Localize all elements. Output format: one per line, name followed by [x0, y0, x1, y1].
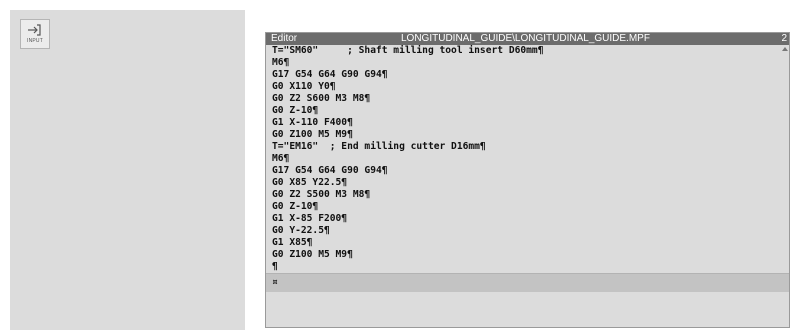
code-line[interactable]: G0 Z-10¶: [266, 201, 789, 213]
side-panel: INPUT: [10, 10, 245, 330]
code-line[interactable]: ¶: [266, 261, 789, 273]
editor-title: Editor: [271, 33, 298, 44]
code-line[interactable]: G17 G54 G64 G90 G94¶: [266, 165, 789, 177]
code-line[interactable]: G1 X-85 F200¶: [266, 213, 789, 225]
code-line[interactable]: G0 Z100 M5 M9¶: [266, 129, 789, 141]
editor-titlebar: Editor LONGITUDINAL_GUIDE\LONGITUDINAL_G…: [266, 33, 789, 45]
code-line[interactable]: G0 X85 Y22.5¶: [266, 177, 789, 189]
code-area[interactable]: T="SM60" ; Shaft milling tool insert D60…: [266, 45, 789, 327]
code-line[interactable]: M6¶: [266, 153, 789, 165]
code-line[interactable]: G0 Z-10¶: [266, 105, 789, 117]
input-button[interactable]: INPUT: [20, 19, 50, 49]
code-line[interactable]: G0 Z2 S500 M3 M8¶: [266, 189, 789, 201]
code-line[interactable]: T="SM60" ; Shaft milling tool insert D60…: [266, 45, 789, 57]
cursor-line[interactable]: ¤: [266, 273, 789, 292]
code-line[interactable]: G0 Z2 S600 M3 M8¶: [266, 93, 789, 105]
code-line[interactable]: G0 Y-22.5¶: [266, 225, 789, 237]
code-line[interactable]: T="EM16" ; End milling cutter D16mm¶: [266, 141, 789, 153]
code-line[interactable]: G0 Z100 M5 M9¶: [266, 249, 789, 261]
scroll-up-arrow[interactable]: [782, 47, 788, 51]
channel-indicator: 2: [781, 33, 787, 44]
program-path: LONGITUDINAL_GUIDE\LONGITUDINAL_GUIDE.MP…: [401, 33, 650, 44]
code-line[interactable]: G0 X110 Y0¶: [266, 81, 789, 93]
code-line[interactable]: M6¶: [266, 57, 789, 69]
input-button-label: INPUT: [27, 38, 43, 44]
input-arrow-icon: [28, 24, 41, 36]
code-line[interactable]: G1 X-110 F400¶: [266, 117, 789, 129]
code-line[interactable]: G17 G54 G64 G90 G94¶: [266, 69, 789, 81]
editor-window: Editor LONGITUDINAL_GUIDE\LONGITUDINAL_G…: [265, 32, 790, 328]
code-line[interactable]: G1 X85¶: [266, 237, 789, 249]
